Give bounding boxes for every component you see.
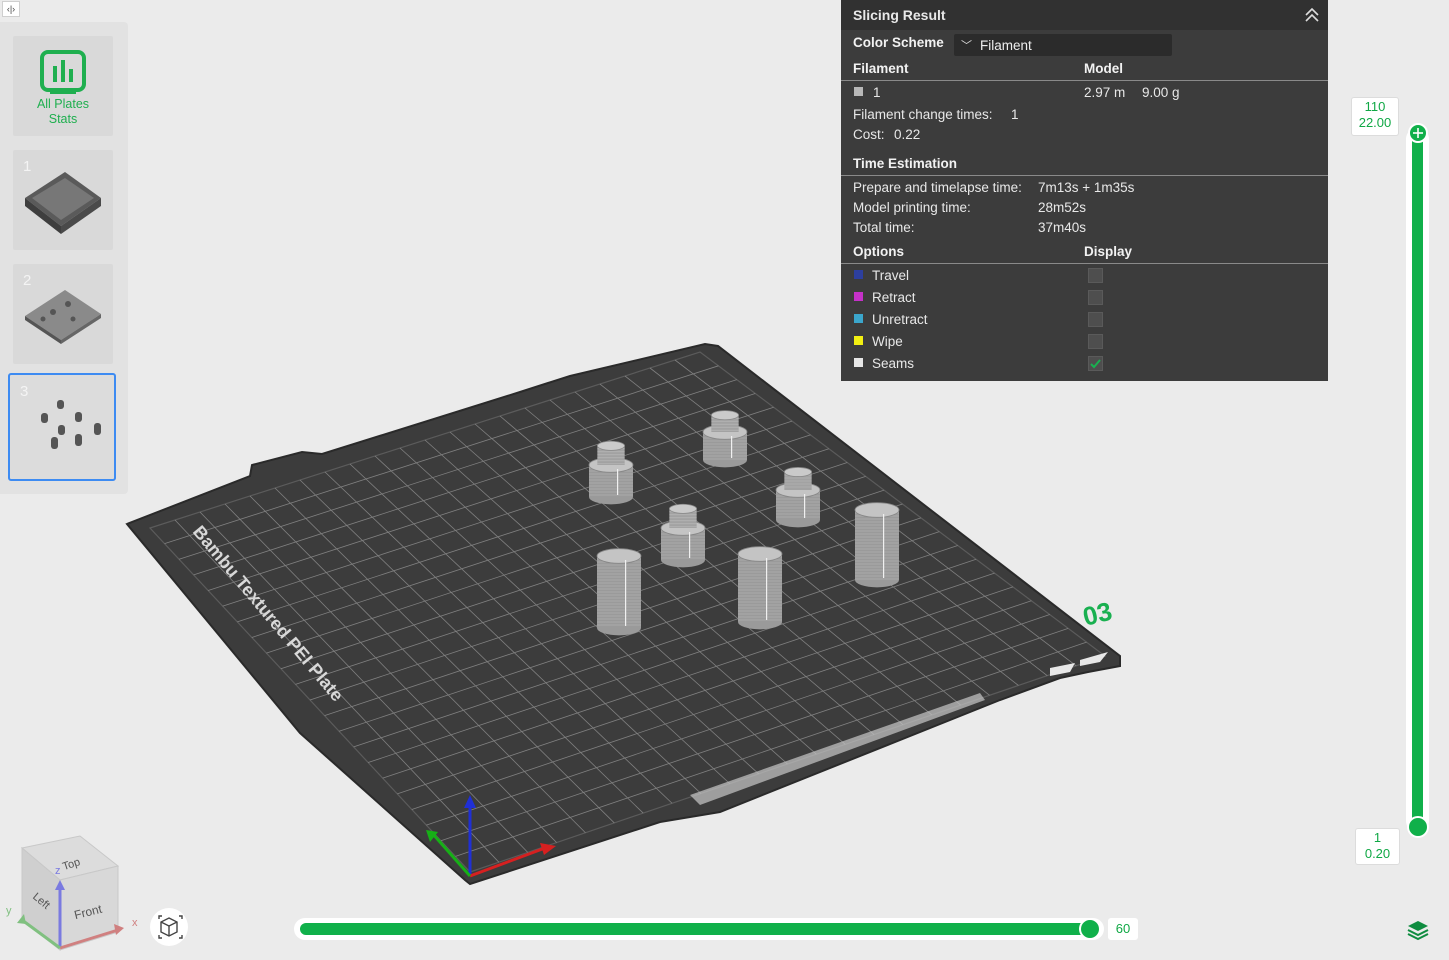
axis-y-label: y — [6, 905, 12, 917]
option-label: Seams — [872, 356, 915, 371]
pegs-thumbnail — [41, 400, 101, 449]
filament-weight: 9.00 g — [1142, 85, 1180, 100]
reset-view-button[interactable] — [150, 908, 188, 946]
view-cube[interactable]: Top Front Left z x y — [0, 828, 150, 960]
sliced-part[interactable] — [596, 548, 642, 636]
bottom-layer-number: 1 — [1373, 830, 1382, 845]
layer-top-label: 110 22.00 — [1351, 97, 1399, 136]
stats-label-line2: Stats — [48, 112, 78, 126]
cost-label: Cost: — [853, 127, 885, 142]
filament-length: 2.97 m — [1084, 85, 1126, 100]
move-slider-value: 60 — [1108, 918, 1138, 940]
travel-swatch — [854, 270, 863, 279]
travel-checkbox[interactable] — [1088, 268, 1103, 283]
time-estimation-header: Time Estimation — [853, 156, 958, 171]
chevron-down-icon: ﹀ — [961, 40, 972, 52]
tray-thumbnail — [25, 172, 101, 234]
color-scheme-select[interactable]: ﹀ Filament — [954, 34, 1172, 56]
retract-swatch — [854, 292, 863, 301]
option-label: Retract — [872, 290, 916, 305]
layer-slider-track[interactable] — [1412, 132, 1423, 828]
layer-slider-bottom-handle[interactable] — [1407, 816, 1429, 838]
sliced-part[interactable] — [854, 502, 900, 588]
top-layer-height: 22.00 — [1358, 115, 1392, 130]
prepare-time-label: Prepare and timelapse time: — [853, 180, 1022, 195]
model-time-label: Model printing time: — [853, 200, 971, 215]
option-label: Travel — [872, 268, 910, 283]
seams-swatch — [854, 358, 863, 367]
all-plates-stats-button[interactable]: All Plates Stats — [13, 36, 113, 136]
model-header: Model — [1084, 61, 1123, 76]
filament-change-value: 1 — [1011, 107, 1019, 122]
display-header: Display — [1084, 244, 1133, 259]
divider — [841, 80, 1328, 81]
axis-x-label: x — [132, 917, 138, 929]
color-scheme-value: Filament — [980, 38, 1032, 53]
retract-checkbox[interactable] — [1088, 290, 1103, 305]
collapse-chevron-icon[interactable] — [1304, 6, 1320, 24]
layer-bottom-label: 1 0.20 — [1355, 828, 1400, 865]
plate-sidebar: All Plates Stats 1 2 3 — [0, 22, 128, 494]
filament-color-swatch — [854, 87, 863, 96]
option-label: Wipe — [872, 334, 903, 349]
divider — [841, 175, 1328, 176]
prepare-time-value: 7m13s + 1m35s — [1038, 180, 1135, 195]
all-plates-stats-label: All Plates Stats — [13, 97, 113, 127]
stats-chart-icon — [40, 50, 86, 94]
panel-title: Slicing Result — [853, 7, 946, 23]
plus-icon — [1413, 128, 1423, 138]
wipe-swatch — [854, 336, 863, 345]
total-time-label: Total time: — [853, 220, 915, 235]
wipe-checkbox[interactable] — [1088, 334, 1103, 349]
plate-thumbnail-3[interactable]: 3 — [8, 373, 116, 481]
layers-icon[interactable] — [1406, 918, 1430, 942]
stats-label-line1: All Plates — [36, 97, 90, 111]
model-time-value: 28m52s — [1038, 200, 1087, 215]
top-layer-number: 110 — [1364, 99, 1386, 114]
axis-z-label: z — [55, 865, 61, 877]
color-scheme-label: Color Scheme — [853, 35, 944, 50]
move-slider-track[interactable] — [300, 923, 1095, 935]
filament-id: 1 — [873, 85, 881, 100]
cost-value: 0.22 — [894, 127, 921, 142]
bottom-layer-height: 0.20 — [1364, 846, 1391, 861]
layer-slider-top-handle[interactable] — [1408, 123, 1428, 143]
plate-number: 03 — [1080, 596, 1115, 632]
option-label: Unretract — [872, 312, 928, 327]
slicing-result-header[interactable]: Slicing Result — [841, 0, 1328, 30]
sliced-part[interactable] — [737, 546, 783, 630]
seams-checkbox[interactable] — [1088, 356, 1103, 371]
panel-thumbnail — [25, 290, 101, 344]
divider — [841, 263, 1328, 264]
sidebar-collapse-toggle[interactable]: ‹|› — [2, 1, 20, 17]
checkmark-icon — [1090, 359, 1101, 369]
slicing-result-panel: Slicing Result Color Scheme ﹀ Filament F… — [841, 0, 1328, 381]
unretract-swatch — [854, 314, 863, 323]
move-slider-handle[interactable] — [1079, 918, 1101, 940]
cube-view-icon — [158, 915, 183, 939]
unretract-checkbox[interactable] — [1088, 312, 1103, 327]
options-header: Options — [853, 244, 904, 259]
filament-header: Filament — [853, 61, 909, 76]
plate-thumbnail-2[interactable]: 2 — [13, 264, 113, 364]
plate-thumbnail-1[interactable]: 1 — [13, 150, 113, 250]
total-time-value: 37m40s — [1038, 220, 1087, 235]
filament-change-label: Filament change times: — [853, 107, 993, 122]
